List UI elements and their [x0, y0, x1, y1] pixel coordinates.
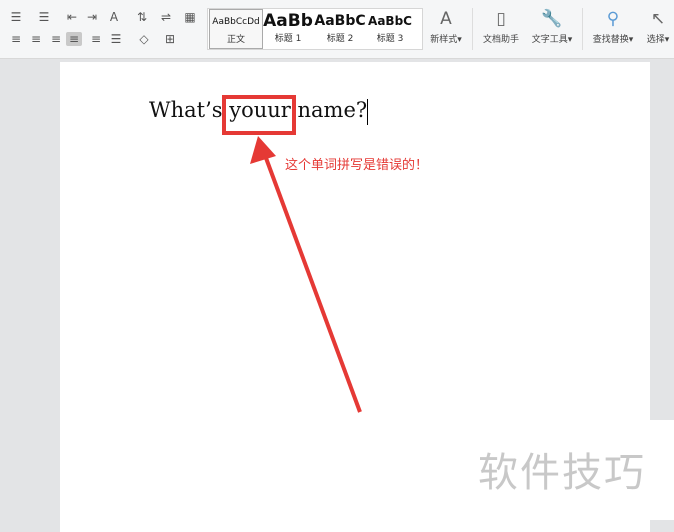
- annotation-text: 这个单词拼写是错误的！: [285, 158, 429, 173]
- watermark-text: 软件技巧: [478, 450, 646, 496]
